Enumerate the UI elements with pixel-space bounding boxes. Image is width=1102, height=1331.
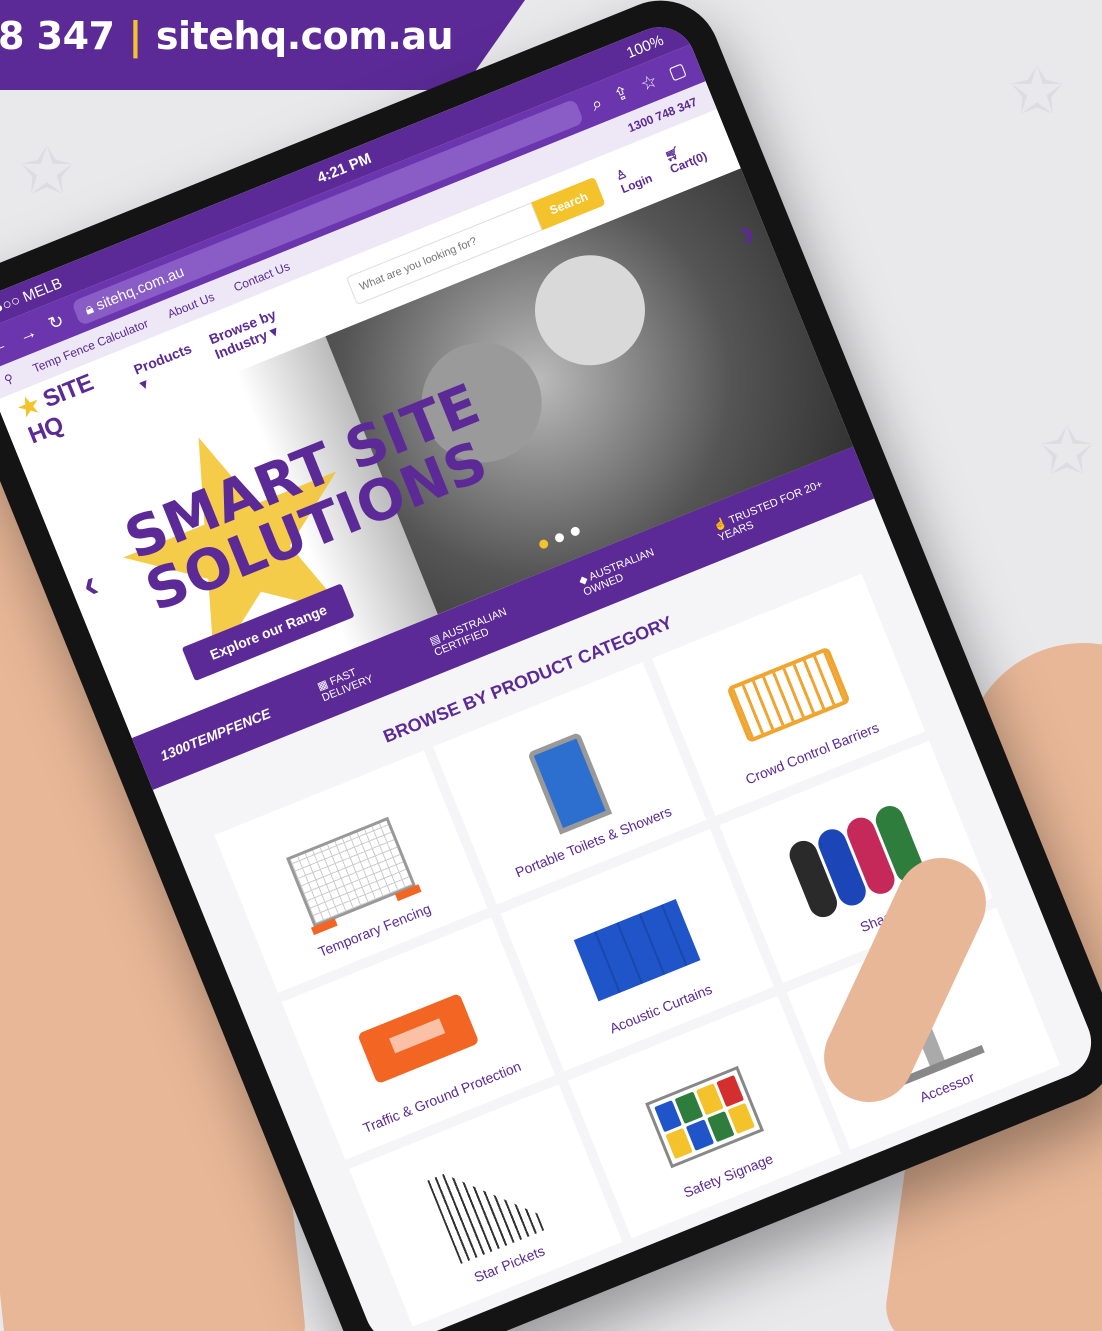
bookmark-star-icon[interactable]: ☆ [637, 70, 660, 96]
back-arrow-icon[interactable]: ← [0, 332, 10, 358]
nav-products[interactable]: Products ▾ [131, 340, 200, 393]
search-button[interactable]: Search [531, 176, 606, 231]
login-link[interactable]: ♙ Login [614, 156, 661, 196]
portable-toilet-icon [527, 731, 613, 835]
crowd-barrier-icon [726, 646, 851, 744]
star-pickets-icon [427, 1147, 544, 1264]
share-icon[interactable]: ⇪ [611, 81, 633, 106]
brand-suffix: TEMPFENCE [186, 705, 273, 753]
worker-figure [518, 238, 662, 382]
background-star-icon: ✩ [20, 135, 74, 209]
banner-url[interactable]: sitehq.com.au [156, 14, 454, 58]
fence-panel-icon [285, 816, 416, 928]
contact-banner-text: 8 347 | sitehq.com.au [0, 14, 454, 58]
traffic-barrier-icon [357, 992, 480, 1085]
forward-arrow-icon[interactable]: → [15, 320, 40, 346]
cart-link[interactable]: 🛒︎ Cart(0) [663, 132, 718, 177]
reload-icon[interactable]: ↻ [45, 310, 67, 335]
tabs-icon[interactable]: ▢ [665, 58, 689, 84]
safety-sign-board-icon [645, 1065, 765, 1169]
banner-divider: | [128, 14, 143, 58]
search-icon[interactable]: ⌕ [588, 92, 605, 115]
location-icon[interactable]: ⚲ [2, 371, 15, 387]
background-star-icon: ✩ [1010, 55, 1064, 129]
carousel-prev-icon[interactable]: ‹ [76, 562, 105, 609]
banner-phone: 8 347 [0, 14, 115, 58]
acoustic-curtain-icon [573, 898, 701, 1002]
background-star-icon: ✩ [1040, 415, 1094, 489]
